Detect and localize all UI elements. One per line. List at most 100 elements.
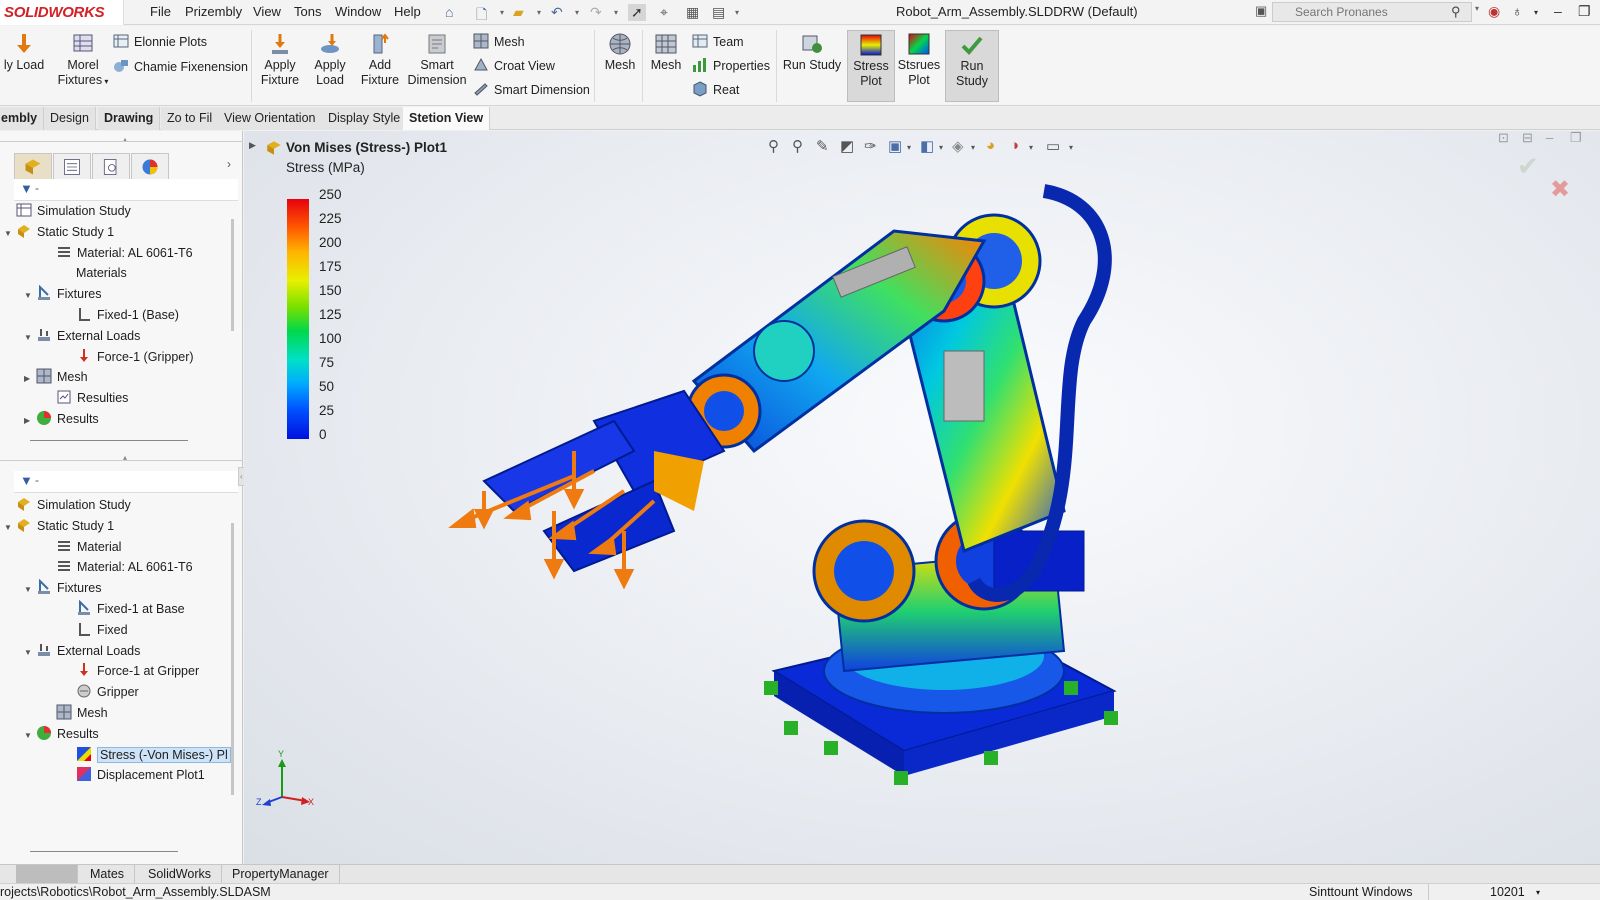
tree-item-force-at-gripper[interactable]: Force-1 at Gripper (76, 661, 199, 682)
config-manager-tab[interactable] (92, 153, 130, 180)
morel-dropdown-icon[interactable]: ▾ (102, 77, 108, 86)
tab-view-orientation[interactable]: View Orientation (218, 107, 323, 130)
tree-item-force-gripper[interactable]: Force-1 (Gripper) (76, 347, 194, 368)
robot-arm-model[interactable] (424, 151, 1324, 851)
menu-help[interactable]: Help (394, 4, 421, 19)
team-button[interactable]: Team (692, 32, 744, 52)
search-box[interactable]: ⚲ (1272, 2, 1472, 22)
smart-dimension-small-button[interactable]: Smart Dimension (473, 80, 590, 100)
menu-window[interactable]: Window (335, 4, 381, 19)
tree-bottom-scrollbar[interactable] (231, 523, 234, 795)
display-manager-tab[interactable] (131, 153, 169, 180)
rebuild-icon[interactable]: ▦ (686, 4, 699, 21)
expand-arrow-icon[interactable]: ▶ (24, 410, 36, 431)
tab-design[interactable]: Design (44, 107, 96, 130)
redo-icon[interactable]: ↷ (590, 4, 602, 21)
run-study-1-button[interactable]: Run Study (780, 32, 844, 73)
expand-arrow-icon[interactable]: ▼ (24, 285, 36, 306)
expand-arrow-icon[interactable]: ▶ (24, 368, 36, 389)
viewport-split-icon[interactable]: ⊟ (1522, 131, 1533, 146)
apply-fixture-button[interactable]: Apply Fixture (256, 32, 304, 88)
tree-item-external-loads[interactable]: ▼ External Loads (24, 326, 140, 347)
viewport-minimize-icon[interactable]: – (1546, 131, 1553, 145)
property-manager-tab[interactable] (53, 153, 91, 180)
morel-fixtures-button[interactable]: Morel Fixtures ▾ (53, 32, 113, 89)
viewport-maximize-icon[interactable]: ❐ (1570, 131, 1582, 146)
elonnie-plots-button[interactable]: Elonnie Plots (113, 32, 207, 52)
feature-tree-tab[interactable] (14, 153, 52, 180)
help-dropdown-icon[interactable]: ▾ (1534, 8, 1538, 17)
expand-arrow-icon[interactable]: ▼ (4, 223, 16, 244)
expand-arrow-icon[interactable]: ▼ (4, 517, 16, 538)
croat-view-button[interactable]: Croat View (473, 56, 555, 76)
tab-stetion-view[interactable]: Stetion View (403, 107, 491, 130)
stsrues-plot-button[interactable]: Stsrues Plot (895, 32, 943, 88)
tree-item-results[interactable]: ▼ Results (24, 724, 99, 745)
tree-item-fixtures[interactable]: ▼ Fixtures (24, 284, 101, 305)
collapse-up-icon[interactable]: ▴ (123, 135, 127, 144)
tab-assembly[interactable]: embly (0, 107, 45, 130)
tree-top-scrollbar[interactable] (231, 219, 234, 331)
expand-arrow-icon[interactable]: ▼ (24, 642, 36, 663)
tree-item-results[interactable]: ▶ Results (24, 409, 99, 430)
tree-item-material-al[interactable]: Material: AL 6061-T6 (56, 557, 193, 578)
tree-bottom-hscrollbar[interactable] (30, 851, 178, 852)
status-dropdown-icon[interactable]: ▾ (1536, 888, 1540, 897)
filter-funnel-icon-2[interactable]: ▼ (20, 473, 33, 488)
search-icon[interactable]: ⚲ (1451, 4, 1461, 20)
tree-item-gripper[interactable]: Gripper (76, 682, 139, 703)
menu-view[interactable]: View (253, 4, 281, 19)
tree-item-fixed-at-base[interactable]: Fixed-1 at Base (76, 599, 185, 620)
smart-dimension-big-button[interactable]: Smart Dimension (404, 32, 470, 88)
menu-file[interactable]: File (150, 4, 171, 19)
tree-item-mesh[interactable]: Mesh (56, 703, 108, 724)
viewport-tile-icon[interactable]: ⊡ (1498, 131, 1509, 146)
mesh-small-button[interactable]: Mesh (473, 32, 525, 52)
tree-item-fixtures[interactable]: ▼ Fixtures (24, 578, 101, 599)
help-lightbulb-icon[interactable]: ♁ (1512, 3, 1523, 19)
tree-item-simulation-study[interactable]: Simulation Study (16, 495, 131, 516)
tree-item-materials[interactable]: Materials (76, 263, 127, 284)
tree-top-hscrollbar[interactable] (30, 440, 188, 441)
tree-item-fixed-base[interactable]: Fixed-1 (Base) (76, 305, 179, 326)
solidworks-logo[interactable]: SOLIDWORKS (0, 0, 124, 25)
tree-item-fixed[interactable]: Fixed (76, 620, 128, 641)
user-account-icon[interactable]: ◉ (1488, 3, 1500, 20)
properties-button[interactable]: Properties (692, 56, 770, 76)
home-icon[interactable]: ⌂ (445, 4, 453, 20)
chamie-fixenension-button[interactable]: Chamie Fixenension (113, 57, 248, 77)
expand-arrow-icon[interactable]: ▼ (24, 579, 36, 600)
tab-solidworks[interactable]: SolidWorks (138, 865, 222, 884)
tab-mates[interactable]: Mates (80, 865, 136, 884)
filter-bar-bottom[interactable]: ▼ - (14, 471, 238, 493)
mesh-2-button[interactable]: Mesh (646, 32, 686, 73)
tree-item-static-study[interactable]: ▼ Static Study 1 (4, 222, 114, 243)
search-dropdown-icon[interactable]: ▾ (1475, 4, 1479, 13)
run-study-2-button[interactable]: Run Study (945, 30, 999, 102)
menu-tons[interactable]: Tons (294, 4, 321, 19)
confirm-ok-icon[interactable]: ✔ (1517, 151, 1539, 182)
minimize-icon[interactable]: – (1554, 3, 1562, 19)
add-fixture-button[interactable]: Add Fixture (356, 32, 404, 88)
redo-dropdown-icon[interactable]: ▾ (614, 8, 618, 17)
undo-dropdown-icon[interactable]: ▾ (575, 8, 579, 17)
tree-item-resulties[interactable]: Resulties (56, 388, 128, 409)
options-dropdown-icon[interactable]: ▾ (735, 8, 739, 17)
tab-drawing[interactable]: Drawing (98, 107, 161, 130)
stress-plot-button[interactable]: Stress Plot (847, 30, 895, 102)
tree-item-displacement-plot[interactable]: Displacement Plot1 (76, 765, 205, 786)
tree-item-external-loads[interactable]: ▼ External Loads (24, 641, 140, 662)
expand-tree-arrow-icon[interactable]: ▶ (249, 140, 256, 151)
restore-icon[interactable]: ❐ (1578, 3, 1591, 20)
tab-model[interactable] (16, 865, 78, 884)
apply-load-button[interactable]: Apply Load (306, 32, 354, 88)
new-dropdown-icon[interactable]: ▾ (500, 8, 504, 17)
tree-item-simulation-study[interactable]: Simulation Study (16, 201, 131, 222)
panel-expand-arrow-icon[interactable]: › (227, 157, 231, 171)
tree-item-material[interactable]: Material (56, 537, 121, 558)
expand-arrow-icon[interactable]: ▼ (24, 327, 36, 348)
open-folder-icon[interactable]: ▰ (513, 4, 524, 21)
filter-funnel-icon[interactable]: ▼ (20, 181, 33, 196)
tab-zo-to-fil[interactable]: Zo to Fil (161, 107, 220, 130)
mesh-1-button[interactable]: Mesh (600, 32, 640, 73)
